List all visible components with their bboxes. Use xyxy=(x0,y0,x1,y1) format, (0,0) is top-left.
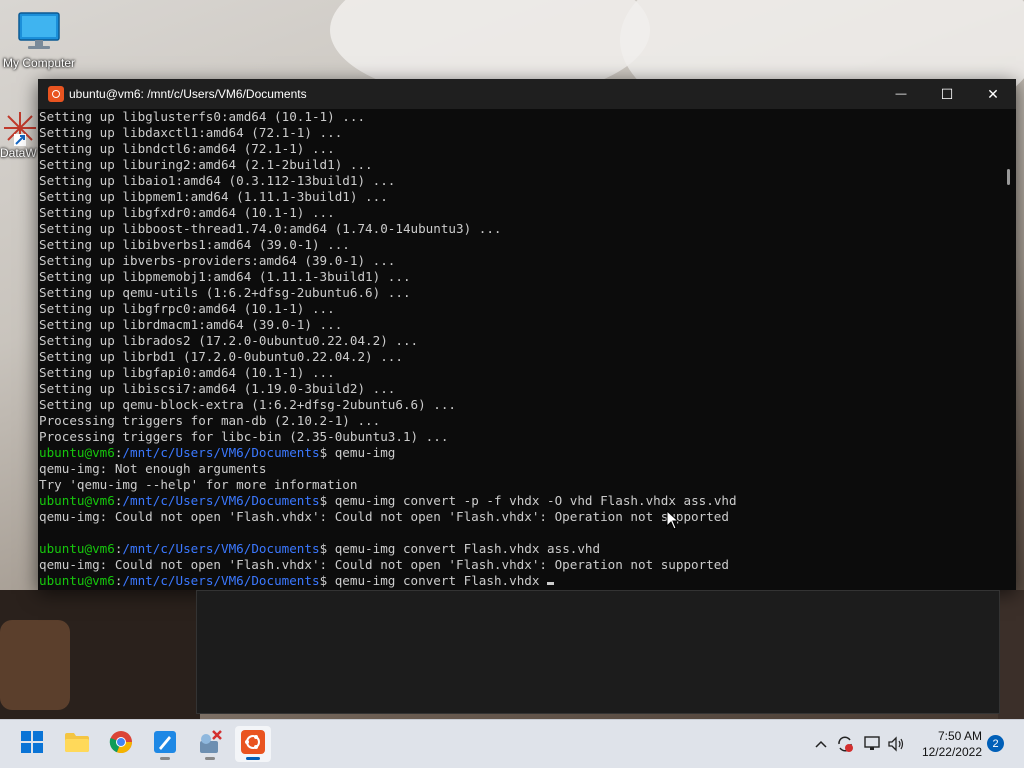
terminal-output[interactable]: Setting up libglusterfs0:amd64 (10.1-1) … xyxy=(38,109,998,590)
command-text: $ qemu-img convert Flash.vhdx ass.vhd xyxy=(319,541,601,556)
sync-icon[interactable] xyxy=(835,734,855,754)
scrollbar-thumb[interactable] xyxy=(1007,169,1010,185)
maximize-icon: ☐ xyxy=(940,85,954,102)
window-title: ubuntu@vm6: /mnt/c/Users/VM6/Documents xyxy=(69,87,307,101)
terminal-output-line: Setting up libgfapi0:amd64 (10.1-1) ... xyxy=(39,365,335,380)
desktop-icon-dataw[interactable]: DataW xyxy=(0,108,40,160)
active-indicator xyxy=(246,757,260,760)
command-text: $ qemu-img xyxy=(319,445,396,460)
title-bar[interactable]: ubuntu@vm6: /mnt/c/Users/VM6/Documents —… xyxy=(38,79,1016,109)
command-text: $ qemu-img convert -p -f vhdx -O vhd Fla… xyxy=(319,493,737,508)
terminal-output-line: Setting up libpmemobj1:amd64 (1.11.1-3bu… xyxy=(39,269,411,284)
prompt-path: /mnt/c/Users/VM6/Documents xyxy=(122,573,320,588)
prompt-path: /mnt/c/Users/VM6/Documents xyxy=(122,445,320,460)
terminal-output-line: qemu-img: Not enough arguments xyxy=(39,461,267,476)
folder-icon xyxy=(64,731,90,758)
network-icon[interactable] xyxy=(862,734,882,754)
taskbar-chrome[interactable] xyxy=(103,726,139,762)
terminal-output-line: Setting up qemu-utils (1:6.2+dfsg-2ubunt… xyxy=(39,285,411,300)
system-clock[interactable]: 7:50 AM 12/22/2022 xyxy=(922,728,982,760)
minimize-icon: — xyxy=(895,88,907,100)
taskbar-file-explorer[interactable] xyxy=(59,726,95,762)
terminal-output-line: Setting up libgfxdr0:amd64 (10.1-1) ... xyxy=(39,205,335,220)
terminal-output-line: Setting up libibverbs1:amd64 (39.0-1) ..… xyxy=(39,237,350,252)
close-icon: ✕ xyxy=(987,85,999,102)
desktop-icon-label: DataW xyxy=(0,146,37,160)
clock-date: 12/22/2022 xyxy=(921,745,982,759)
clock-time: 7:50 AM xyxy=(937,729,982,743)
terminal-output-line: Setting up librdmacm1:amd64 (39.0-1) ... xyxy=(39,317,343,332)
text-cursor xyxy=(547,582,555,585)
ubuntu-icon xyxy=(48,86,64,102)
terminal-output-line: Processing triggers for man-db (2.10.2-1… xyxy=(39,413,381,428)
terminal-output-line: Setting up libndctl6:amd64 (72.1-1) ... xyxy=(39,141,335,156)
terminal-output-line: qemu-img: Could not open 'Flash.vhdx': C… xyxy=(39,557,729,572)
background-window xyxy=(196,590,1000,714)
terminal-output-line: qemu-img: Could not open 'Flash.vhdx': C… xyxy=(39,509,729,524)
terminal-prompt-line: ubuntu@vm6:/mnt/c/Users/VM6/Documents$ q… xyxy=(39,493,998,509)
terminal-output-line: Setting up qemu-block-extra (1:6.2+dfsg-… xyxy=(39,397,457,412)
desktop-icon-my-computer[interactable]: My Computer xyxy=(1,10,77,70)
terminal-output-line: Setting up ibverbs-providers:amd64 (39.0… xyxy=(39,253,396,268)
mouse-pointer-icon xyxy=(666,509,680,534)
terminal-output-line: Processing triggers for libc-bin (2.35-0… xyxy=(39,429,449,444)
paint-icon xyxy=(153,730,177,759)
prompt-user: ubuntu@vm6 xyxy=(39,573,115,588)
desktop-icon-label: My Computer xyxy=(2,56,76,70)
tools-icon xyxy=(197,729,223,760)
taskbar: 7:50 AM 12/22/2022 2 xyxy=(0,719,1024,768)
taskbar-tool[interactable] xyxy=(192,726,228,762)
terminal-window[interactable]: ubuntu@vm6: /mnt/c/Users/VM6/Documents —… xyxy=(38,79,1016,590)
terminal-output-line: Setting up libglusterfs0:amd64 (10.1-1) … xyxy=(39,109,366,124)
ubuntu-icon xyxy=(241,729,265,759)
terminal-output-line: Setting up libgfrpc0:amd64 (10.1-1) ... xyxy=(39,301,335,316)
terminal-output-line: Setting up librbd1 (17.2.0-0ubuntu0.22.0… xyxy=(39,349,403,364)
taskbar-ubuntu[interactable] xyxy=(235,726,271,762)
minimize-button[interactable]: — xyxy=(878,79,924,109)
terminal-prompt-line: ubuntu@vm6:/mnt/c/Users/VM6/Documents$ q… xyxy=(39,445,998,461)
taskbar-start-button[interactable] xyxy=(14,726,50,762)
notification-badge[interactable]: 2 xyxy=(987,735,1004,752)
terminal-output-line: Try 'qemu-img --help' for more informati… xyxy=(39,477,358,492)
prompt-user: ubuntu@vm6 xyxy=(39,493,115,508)
terminal-prompt-line: ubuntu@vm6:/mnt/c/Users/VM6/Documents$ q… xyxy=(39,573,998,589)
running-indicator xyxy=(205,757,215,760)
terminal-prompt-line: ubuntu@vm6:/mnt/c/Users/VM6/Documents$ q… xyxy=(39,541,998,557)
terminal-output-line: Setting up libboost-thread1.74.0:amd64 (… xyxy=(39,221,502,236)
prompt-path: /mnt/c/Users/VM6/Documents xyxy=(122,541,320,556)
terminal-output-line: Setting up librados2 (17.2.0-0ubuntu0.22… xyxy=(39,333,419,348)
prompt-user: ubuntu@vm6 xyxy=(39,445,115,460)
terminal-output-line: Setting up libdaxctl1:amd64 (72.1-1) ... xyxy=(39,125,343,140)
terminal-output-line: Setting up liburing2:amd64 (2.1-2build1)… xyxy=(39,157,373,172)
terminal-output-line: Setting up libaio1:amd64 (0.3.112-13buil… xyxy=(39,173,396,188)
app-shortcut-icon xyxy=(0,108,40,148)
monitor-icon xyxy=(17,10,61,54)
volume-icon[interactable] xyxy=(886,734,906,754)
chrome-icon xyxy=(109,730,133,759)
scrollbar[interactable] xyxy=(998,109,1016,590)
terminal-output-line: Setting up libpmem1:amd64 (1.11.1-3build… xyxy=(39,189,388,204)
maximize-button[interactable]: ☐ xyxy=(924,79,970,109)
taskbar-paint[interactable] xyxy=(147,726,183,762)
close-button[interactable]: ✕ xyxy=(970,79,1016,109)
windows-start-icon xyxy=(20,730,44,759)
prompt-user: ubuntu@vm6 xyxy=(39,541,115,556)
prompt-path: /mnt/c/Users/VM6/Documents xyxy=(122,493,320,508)
chevron-up-icon[interactable] xyxy=(811,734,831,754)
command-text: $ qemu-img convert Flash.vhdx xyxy=(319,573,548,588)
terminal-output-line: Setting up libiscsi7:amd64 (1.19.0-3buil… xyxy=(39,381,396,396)
running-indicator xyxy=(160,757,170,760)
